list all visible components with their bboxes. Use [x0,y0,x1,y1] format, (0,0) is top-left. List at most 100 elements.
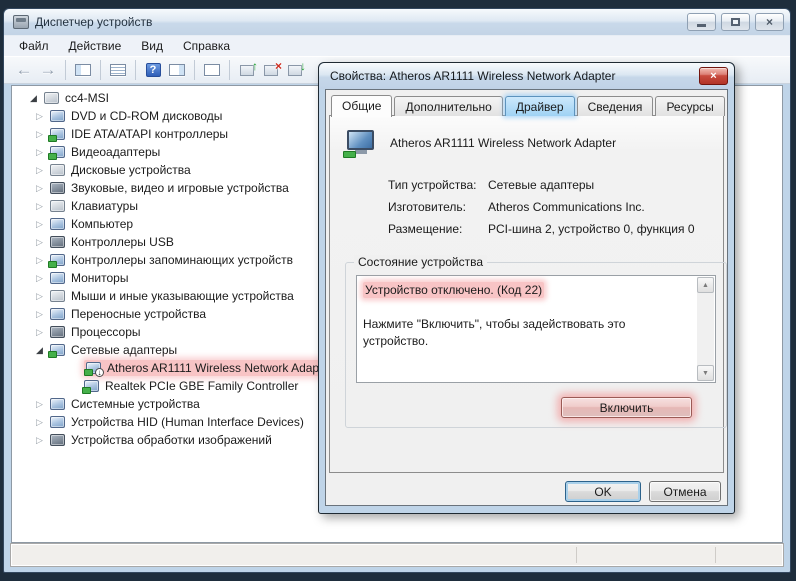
tree-item-label: Процессоры [71,325,141,339]
tree-item-label: Устройства обработки изображений [71,433,272,447]
ide-controller-icon [50,128,65,140]
tree-item-label: Устройства HID (Human Interface Devices) [71,415,304,429]
expand-closed-icon[interactable]: ▷ [36,238,50,247]
dialog-body: ОбщиеДополнительноДрайверСведенияРесурсы… [325,89,728,506]
toolbar-separator [100,60,101,80]
device-field: Тип устройства:Сетевые адаптеры [388,178,594,192]
forward-icon[interactable]: → [36,59,60,81]
sound-device-icon [50,182,65,194]
expand-closed-icon[interactable]: ▷ [36,400,50,409]
expand-closed-icon[interactable]: ▷ [36,310,50,319]
dialog-title-bar[interactable]: Свойства: Atheros AR1111 Wireless Networ… [319,63,734,89]
title-bar[interactable]: Диспетчер устройств × [4,9,790,35]
expand-closed-icon[interactable]: ▷ [36,274,50,283]
menu-view[interactable]: Вид [132,37,172,55]
back-icon[interactable]: ← [12,59,36,81]
portable-device-icon [50,308,65,320]
network-adapter-disabled-icon: ↓ [86,362,101,374]
tree-item-label: cc4-MSI [65,91,109,105]
menu-file[interactable]: Файл [10,37,58,55]
status-line-hint: Нажмите "Включить", чтобы задействовать … [363,316,691,350]
tree-item-label: Системные устройства [71,397,200,411]
tab-общие[interactable]: Общие [331,95,392,117]
expand-closed-icon[interactable]: ▷ [36,220,50,229]
maximize-icon [731,18,740,26]
tree-item-label: Мониторы [71,271,128,285]
monitor-icon [50,272,65,284]
close-icon: × [766,16,773,28]
tree-item-label: Realtek PCIe GBE Family Controller [105,379,298,393]
computer-root-icon [44,92,59,104]
tree-item-label: IDE ATA/ATAPI контроллеры [71,127,228,141]
tree-item-label: Дисковые устройства [71,163,191,177]
device-field: Размещение:PCI-шина 2, устройство 0, фун… [388,222,695,236]
usb-controller-icon [50,236,65,248]
dialog-title: Свойства: Atheros AR1111 Wireless Networ… [330,69,699,83]
update-driver-icon[interactable]: ↑ [235,59,259,81]
system-devices-icon [50,398,65,410]
toolbar-separator [194,60,195,80]
device-manager-icon [13,15,29,29]
menu-help[interactable]: Справка [174,37,239,55]
tab-драйвер[interactable]: Драйвер [505,96,575,116]
expand-closed-icon[interactable]: ▷ [36,112,50,121]
tab-ресурсы[interactable]: Ресурсы [655,96,724,116]
field-value: Сетевые адаптеры [488,178,594,192]
tree-item-label: Переносные устройства [71,307,206,321]
expand-closed-icon[interactable]: ▷ [36,166,50,175]
field-label: Изготовитель: [388,200,488,214]
tab-дополнительно[interactable]: Дополнительно [394,96,502,116]
window-title: Диспетчер устройств [35,15,681,29]
network-adapters-icon [50,344,65,356]
tab-general-page: Atheros AR1111 Wireless Network Adapter … [329,115,724,473]
keyboard-icon [50,200,65,212]
enable-device-icon[interactable]: ↓ [283,59,307,81]
menu-bar: ФайлДействиеВидСправка [4,35,790,56]
show-console-tree-icon[interactable] [71,59,95,81]
tree-item-label: Мыши и иные указывающие устройства [71,289,294,303]
cancel-button[interactable]: Отмена [649,481,721,502]
show-action-pane-icon[interactable] [165,59,189,81]
minimize-icon [697,24,706,27]
expand-closed-icon[interactable]: ▷ [36,202,50,211]
scroll-down-icon[interactable] [697,365,714,381]
device-field: Изготовитель:Atheros Communications Inc. [388,200,645,214]
dialog-close-button[interactable]: × [699,67,728,85]
network-adapter-icon [84,380,99,392]
scrollbar[interactable] [697,277,714,381]
tree-item-label: Atheros AR1111 Wireless Network Adapter [107,361,333,375]
imaging-devices-icon [50,434,65,446]
properties-icon[interactable] [106,59,130,81]
menu-action[interactable]: Действие [60,37,131,55]
ok-button[interactable]: OK [565,481,641,502]
scroll-up-icon[interactable] [697,277,714,293]
maximize-button[interactable] [721,13,750,31]
expand-closed-icon[interactable]: ▷ [36,292,50,301]
help-icon[interactable]: ? [141,59,165,81]
expand-closed-icon[interactable]: ▷ [36,418,50,427]
uninstall-device-icon[interactable]: × [259,59,283,81]
device-status-text[interactable]: Устройство отключено. (Код 22) Нажмите "… [356,275,716,383]
tree-item-label: Клавиатуры [71,199,138,213]
field-value: PCI-шина 2, устройство 0, функция 0 [488,222,695,236]
disk-drive-icon [50,164,65,176]
dvd-drive-icon [50,110,65,122]
scan-hardware-changes-icon[interactable] [200,59,224,81]
expand-open-icon[interactable]: ◢ [30,94,44,103]
device-name: Atheros AR1111 Wireless Network Adapter [390,136,616,150]
network-adapter-icon [343,130,379,160]
toolbar-separator [135,60,136,80]
processor-icon [50,326,65,338]
expand-closed-icon[interactable]: ▷ [36,328,50,337]
enable-button[interactable]: Включить [561,397,692,418]
storage-controller-icon [50,254,65,266]
expand-closed-icon[interactable]: ▷ [36,436,50,445]
close-button[interactable]: × [755,13,784,31]
toolbar-separator [229,60,230,80]
tab-strip: ОбщиеДополнительноДрайверСведенияРесурсы [329,94,724,116]
highlight-annotation: ↓ Atheros AR1111 Wireless Network Adapter [84,360,341,376]
tab-сведения[interactable]: Сведения [577,96,654,116]
minimize-button[interactable] [687,13,716,31]
toolbar-separator [65,60,66,80]
expand-closed-icon[interactable]: ▷ [36,184,50,193]
